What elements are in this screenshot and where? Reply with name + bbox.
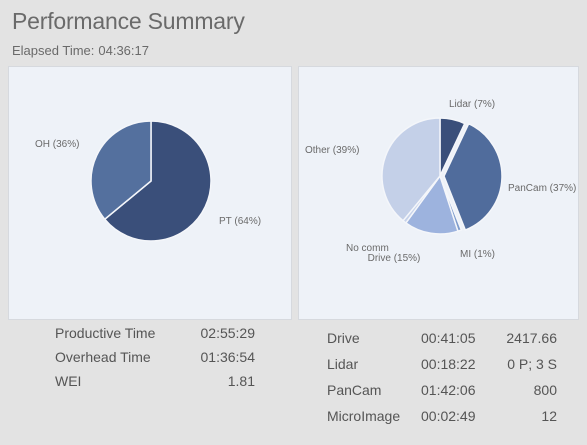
stat-label: Overhead Time	[55, 349, 151, 365]
stat-row-wei: WEI 1.81	[55, 373, 255, 393]
time-stats-table: Productive Time 02:55:29 Overhead Time 0…	[55, 325, 255, 415]
elapsed-time-label: Elapsed Time:	[12, 43, 95, 58]
elapsed-time-value: 04:36:17	[98, 43, 149, 58]
stat-time: 01:42:06	[421, 382, 476, 398]
stat-time: 00:18:22	[421, 356, 476, 372]
pie-label: Other (39%)	[305, 145, 359, 156]
stat-value: 1.81	[227, 373, 255, 389]
pie-label: Lidar (7%)	[449, 99, 495, 110]
stat-row-productive-time: Productive Time 02:55:29	[55, 325, 255, 345]
activity-breakdown-pie-chart: Lidar (7%) PanCam (37%) MI (1%) Drive (15%)…	[305, 99, 576, 264]
stat-label: MicroImage	[327, 408, 401, 424]
activity-stats-table: Drive 00:41:05 2417.66 Lidar 00:18:22 0 …	[327, 330, 557, 440]
pie-label: PanCam (37%)	[508, 183, 576, 194]
activity-breakdown-chart-panel: Lidar (7%) PanCam (37%) MI (1%) Drive (15%)…	[298, 66, 579, 320]
page-title: Performance Summary	[12, 8, 245, 34]
pie-label: MI (1%)	[460, 249, 495, 260]
stat-label: Drive	[327, 330, 360, 346]
stat-value: 01:36:54	[200, 349, 256, 365]
pie-label: PT (64%)	[219, 216, 261, 227]
stat-time: 00:02:49	[421, 408, 476, 424]
stat-label: WEI	[55, 373, 82, 389]
stat-row-lidar: Lidar 00:18:22 0 P; 3 S	[327, 356, 557, 376]
stat-row-pancam: PanCam 01:42:06 800	[327, 382, 557, 402]
stat-row-drive: Drive 00:41:05 2417.66	[327, 330, 557, 350]
stat-row-microimage: MicroImage 00:02:49 12	[327, 408, 557, 428]
elapsed-time: Elapsed Time: 04:36:17	[12, 43, 149, 58]
stat-value: 2417.66	[506, 330, 557, 346]
stat-value: 0 P; 3 S	[507, 356, 557, 372]
pie-label: Drive (15%)	[368, 253, 421, 264]
stat-label: Productive Time	[55, 325, 156, 341]
time-breakdown-pie-chart: PT (64%) OH (36%)	[35, 120, 261, 242]
stat-value: 02:55:29	[200, 325, 256, 341]
stat-value: 800	[533, 382, 557, 398]
stat-time: 00:41:05	[421, 330, 476, 346]
pie-label: No comm	[346, 243, 389, 254]
stat-value: 12	[541, 408, 557, 424]
time-breakdown-chart-panel: PT (64%) OH (36%)	[8, 66, 292, 320]
stat-label: PanCam	[327, 382, 382, 398]
stat-row-overhead-time: Overhead Time 01:36:54	[55, 349, 255, 369]
pie-label: OH (36%)	[35, 139, 79, 150]
stat-label: Lidar	[327, 356, 359, 372]
